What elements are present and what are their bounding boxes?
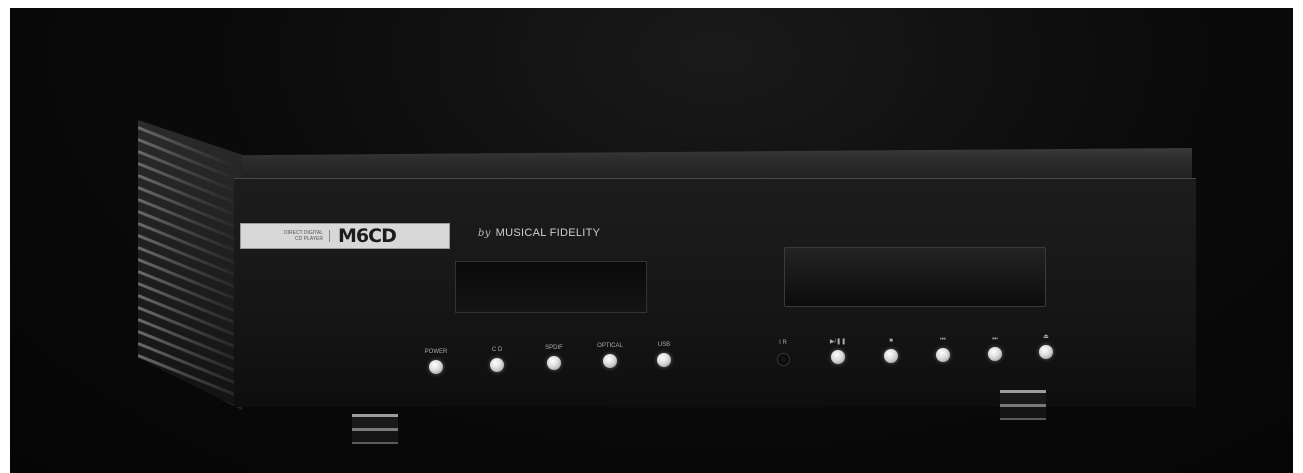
control-stop[interactable]: ■	[871, 337, 911, 363]
cd-input-button[interactable]	[490, 358, 504, 372]
heatsink-fin	[138, 366, 242, 410]
control-label: I R	[779, 340, 787, 346]
stop-button[interactable]	[884, 349, 898, 363]
previous-track-icon: ⏮	[940, 337, 946, 343]
cd-player-photo: DIRECT DIGITAL CD PLAYER M6CD by MUSICAL …	[10, 8, 1293, 473]
control-label: SPDIF	[545, 345, 563, 351]
control-label: C D	[491, 347, 503, 353]
play-pause-icon: ▶/❚❚	[829, 339, 847, 345]
play-pause-button[interactable]	[831, 350, 845, 364]
model-badge: DIRECT DIGITAL CD PLAYER M6CD	[240, 223, 450, 249]
optical-input-button[interactable]	[603, 354, 617, 368]
control-usb[interactable]: USB	[644, 341, 684, 367]
eject-button[interactable]	[1039, 345, 1053, 359]
control-optical[interactable]: OPTICAL	[590, 342, 630, 368]
control-power[interactable]: POWER	[416, 348, 456, 374]
brand-prefix: by	[478, 228, 491, 239]
control-play-pause[interactable]: ▶/❚❚	[818, 338, 858, 364]
brand-name: MUSICAL FIDELITY	[495, 227, 601, 239]
control-label: POWER	[424, 349, 448, 355]
control-previous[interactable]: ⏮	[923, 336, 963, 362]
control-cd[interactable]: C D	[477, 346, 517, 372]
power-button[interactable]	[429, 360, 443, 374]
front-panel: DIRECT DIGITAL CD PLAYER M6CD by MUSICAL …	[234, 178, 1196, 407]
left-foot	[352, 408, 398, 458]
control-eject[interactable]: ⏏	[1026, 333, 1066, 359]
brand-logo: by MUSICAL FIDELITY	[478, 227, 600, 239]
heatsink-side	[138, 120, 242, 410]
eject-icon: ⏏	[1043, 334, 1049, 340]
stop-icon: ■	[889, 338, 893, 344]
usb-input-button[interactable]	[657, 353, 671, 367]
control-next[interactable]: ⏭	[975, 335, 1015, 361]
heatsink-fin	[138, 378, 242, 410]
display-window	[455, 261, 647, 313]
spdif-input-button[interactable]	[547, 356, 561, 370]
control-ir: I R	[763, 339, 803, 366]
disc-tray[interactable]	[784, 247, 1046, 307]
next-button[interactable]	[988, 347, 1002, 361]
ir-sensor-icon	[776, 353, 790, 366]
control-label: OPTICAL	[597, 343, 623, 349]
badge-subtitle: DIRECT DIGITAL CD PLAYER	[241, 230, 330, 242]
control-label: USB	[657, 342, 671, 348]
next-track-icon: ⏭	[992, 336, 998, 342]
previous-button[interactable]	[936, 348, 950, 362]
right-foot	[1000, 384, 1046, 434]
control-spdif[interactable]: SPDIF	[534, 344, 574, 370]
model-name: M6CD	[338, 225, 397, 247]
